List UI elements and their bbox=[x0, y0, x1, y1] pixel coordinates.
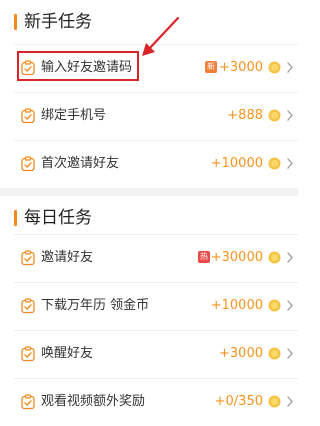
task-row-bind-phone[interactable]: 绑定手机号 +888 bbox=[0, 92, 298, 140]
chevron-right-icon bbox=[287, 62, 293, 73]
section-separator bbox=[0, 188, 298, 196]
gold-coin-icon bbox=[268, 395, 281, 408]
task-row-invite-friends[interactable]: 邀请好友 热 +30000 bbox=[0, 234, 298, 282]
task-label: 下载万年历 领金币 bbox=[41, 298, 150, 313]
gold-coin-icon bbox=[268, 299, 281, 312]
task-label: 邀请好友 bbox=[41, 250, 94, 265]
clipboard-check-icon bbox=[21, 156, 35, 172]
row-divider bbox=[14, 378, 298, 379]
task-reward: +888 bbox=[227, 108, 263, 123]
section-accent-bar bbox=[14, 14, 17, 30]
gold-coin-icon bbox=[268, 157, 281, 170]
row-divider bbox=[14, 282, 298, 283]
chevron-right-icon bbox=[287, 300, 293, 311]
task-reward: +10000 bbox=[210, 156, 263, 171]
clipboard-check-icon bbox=[21, 250, 35, 266]
clipboard-check-icon bbox=[21, 346, 35, 362]
task-label: 观看视频额外奖励 bbox=[41, 394, 146, 409]
gold-coin-icon bbox=[268, 61, 281, 74]
section-title: 新手任务 bbox=[24, 12, 92, 32]
clipboard-check-icon bbox=[21, 298, 35, 314]
annotation-highlight-box bbox=[17, 51, 139, 81]
task-reward: +0/350 bbox=[214, 394, 263, 409]
task-reward: +3000 bbox=[219, 60, 263, 75]
task-label: 唤醒好友 bbox=[41, 346, 94, 361]
task-reward: +3000 bbox=[219, 346, 263, 361]
gold-coin-icon bbox=[268, 347, 281, 360]
gold-coin-icon bbox=[268, 251, 281, 264]
task-row-first-invite[interactable]: 首次邀请好友 +10000 bbox=[0, 140, 298, 188]
task-label: 绑定手机号 bbox=[41, 108, 107, 123]
red-arrow-annotation bbox=[142, 16, 180, 56]
clipboard-check-icon bbox=[21, 394, 35, 410]
row-divider bbox=[14, 234, 298, 235]
daily-tasks-section: 每日任务 邀请好友 热 +30000 下载万年历 领金币 +10000 唤醒好友… bbox=[0, 196, 298, 426]
task-row-wake-friends[interactable]: 唤醒好友 +3000 bbox=[0, 330, 298, 378]
row-divider bbox=[14, 140, 298, 141]
task-label: 首次邀请好友 bbox=[41, 156, 120, 171]
new-badge: 新 bbox=[205, 61, 217, 73]
task-row-download-calendar[interactable]: 下载万年历 领金币 +10000 bbox=[0, 282, 298, 330]
task-reward: +10000 bbox=[210, 298, 263, 313]
chevron-right-icon bbox=[287, 252, 293, 263]
section-title: 每日任务 bbox=[24, 208, 92, 228]
gold-coin-icon bbox=[268, 109, 281, 122]
row-divider bbox=[14, 92, 298, 93]
chevron-right-icon bbox=[287, 158, 293, 169]
chevron-right-icon bbox=[287, 110, 293, 121]
chevron-right-icon bbox=[287, 396, 293, 407]
section-accent-bar bbox=[14, 210, 17, 226]
task-reward: +30000 bbox=[210, 250, 263, 265]
chevron-right-icon bbox=[287, 348, 293, 359]
hot-badge: 热 bbox=[198, 251, 210, 263]
clipboard-check-icon bbox=[21, 108, 35, 124]
task-row-watch-video[interactable]: 观看视频额外奖励 +0/350 bbox=[0, 378, 298, 426]
row-divider bbox=[14, 330, 298, 331]
